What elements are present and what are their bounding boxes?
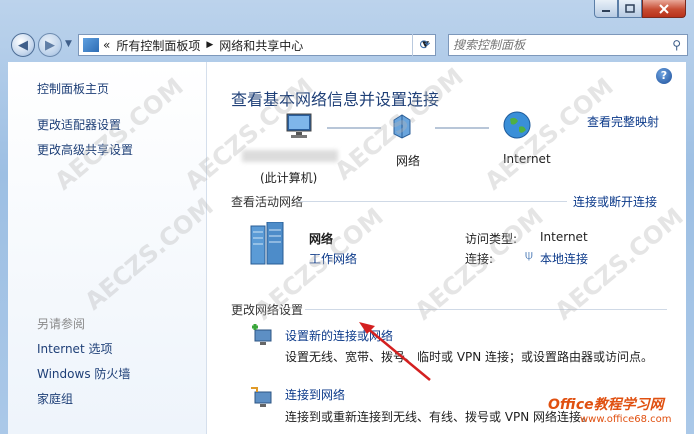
- see-full-map-link[interactable]: 查看完整映射: [587, 113, 659, 130]
- breadcrumb-separator-icon[interactable]: ▶: [206, 40, 213, 50]
- back-arrow-icon: ◀: [18, 37, 28, 53]
- local-connection-link[interactable]: 本地连接: [540, 250, 588, 267]
- network-type-link[interactable]: 工作网络: [309, 250, 357, 267]
- site-url: www.office68.com: [580, 414, 672, 425]
- ethernet-icon: ⍦: [525, 248, 533, 263]
- change-settings-rule: [305, 309, 667, 310]
- change-settings-title: 更改网络设置: [231, 303, 304, 317]
- maximize-icon: [625, 3, 635, 13]
- forward-button[interactable]: ▶: [38, 33, 62, 57]
- control-panel-icon: [83, 38, 99, 52]
- access-type-label: 访问类型:: [465, 232, 518, 246]
- map-computer-label: (此计算机): [260, 171, 318, 185]
- connect-to-network-icon: [249, 386, 275, 410]
- address-bar[interactable]: « 所有控制面板项 ▶ 网络和共享中心 ▼: [78, 34, 436, 56]
- minimize-icon: [602, 9, 610, 12]
- search-box[interactable]: ⚲: [448, 34, 688, 56]
- sidebar-link-sharing[interactable]: 更改高级共享设置: [37, 141, 133, 158]
- close-button[interactable]: [642, 0, 686, 18]
- recent-pages-dropdown[interactable]: ▼: [65, 39, 72, 49]
- internet-globe-icon: [502, 110, 532, 140]
- minimize-button[interactable]: [594, 0, 618, 18]
- active-networks-rule: [297, 201, 567, 202]
- window-controls: [594, 0, 686, 20]
- sidebar: 控制面板主页 更改适配器设置 更改高级共享设置 另请参阅 Internet 选项…: [8, 62, 207, 434]
- sidebar-link-adapter[interactable]: 更改适配器设置: [37, 116, 121, 133]
- back-button[interactable]: ◀: [11, 33, 35, 57]
- refresh-icon: ⟳: [419, 37, 431, 53]
- access-type-value: Internet: [540, 230, 588, 244]
- setup-connection-desc: 设置无线、宽带、拨号、临时或 VPN 连接；或设置路由器或访问点。: [285, 350, 654, 364]
- sidebar-link-homegroup[interactable]: 家庭组: [37, 390, 73, 407]
- breadcrumb-network-center[interactable]: 网络和共享中心: [219, 37, 303, 54]
- breadcrumb-all-items[interactable]: 所有控制面板项: [116, 37, 200, 54]
- close-icon: [659, 3, 669, 14]
- page-title: 查看基本网络信息并设置连接: [231, 90, 440, 109]
- computer-name-blurred: [242, 150, 338, 162]
- forward-arrow-icon: ▶: [45, 37, 55, 53]
- computer-icon: [285, 112, 315, 140]
- map-network-label: 网络: [396, 154, 421, 168]
- sidebar-link-home[interactable]: 控制面板主页: [37, 80, 109, 97]
- map-connector-1: [327, 127, 381, 129]
- refresh-button[interactable]: ⟳: [412, 34, 437, 56]
- site-logo: Office教程学习网: [548, 397, 664, 413]
- search-input[interactable]: [449, 38, 667, 52]
- connect-to-network-desc: 连接到或重新连接到无线、有线、拨号或 VPN 网络连接。: [285, 410, 594, 424]
- active-networks-title: 查看活动网络: [231, 195, 304, 209]
- map-internet-label: Internet: [503, 152, 551, 166]
- sidebar-link-firewall[interactable]: Windows 防火墙: [37, 365, 130, 382]
- map-connector-2: [435, 127, 489, 129]
- sidebar-link-internet-options[interactable]: Internet 选项: [37, 340, 112, 357]
- connect-disconnect-link[interactable]: 连接或断开连接: [573, 193, 657, 210]
- connect-to-network-link[interactable]: 连接到网络: [285, 386, 345, 403]
- address-chevron[interactable]: «: [103, 38, 110, 52]
- work-network-icon: [249, 221, 285, 266]
- network-switch-icon: [390, 112, 414, 140]
- annotation-arrow-icon: [359, 322, 431, 381]
- maximize-button[interactable]: [618, 0, 642, 18]
- main-content: ? 查看基本网络信息并设置连接 查看完整映射 网络 Internet (此计算机…: [207, 62, 686, 434]
- help-icon[interactable]: ?: [656, 68, 672, 84]
- network-name: 网络: [309, 232, 334, 246]
- see-also-title: 另请参阅: [37, 317, 86, 331]
- search-icon[interactable]: ⚲: [672, 38, 681, 52]
- connection-label: 连接:: [465, 252, 494, 266]
- new-connection-icon: [249, 324, 275, 348]
